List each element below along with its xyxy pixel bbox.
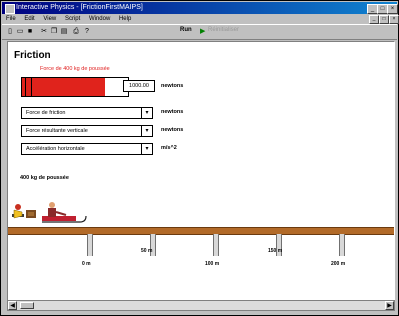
menu-view[interactable]: View bbox=[43, 16, 56, 22]
select-value: Accélération horizontale bbox=[26, 146, 85, 152]
menu-file[interactable]: File bbox=[6, 16, 16, 22]
select-unit: m/s^2 bbox=[161, 145, 177, 151]
menu-script[interactable]: Script bbox=[65, 16, 80, 22]
copy-icon[interactable]: ❐ bbox=[50, 28, 58, 36]
force-label: Force de 400 kg de poussée bbox=[40, 66, 110, 72]
paste-icon[interactable]: ▤ bbox=[60, 28, 68, 36]
simulation-area: Friction Force de 400 kg de poussée 1000… bbox=[7, 41, 395, 301]
scroll-right-icon[interactable]: ▶ bbox=[385, 301, 394, 310]
app-window: Interactive Physics - [FrictionFirstMAIP… bbox=[0, 0, 399, 316]
run-button[interactable]: Run bbox=[180, 27, 192, 33]
force-bar-fill bbox=[22, 78, 105, 96]
ground-track bbox=[8, 227, 394, 235]
window-title: Interactive Physics - [FrictionFirstMAIP… bbox=[16, 4, 143, 11]
select-value: Force de friction bbox=[26, 110, 66, 116]
sled-label: 400 kg de poussée bbox=[20, 175, 69, 181]
close-icon[interactable]: × bbox=[387, 4, 398, 14]
app-icon bbox=[5, 4, 15, 14]
force-unit: newtons bbox=[161, 83, 184, 89]
force-slider[interactable] bbox=[21, 77, 129, 97]
save-icon[interactable]: ■ bbox=[26, 28, 34, 36]
toolbar: ▯ ▭ ■ ✂ ❐ ▤ ⎙ ? Run ▶ Réinitialiser bbox=[2, 24, 397, 40]
distance-post bbox=[87, 234, 93, 256]
meter-select-acceleration[interactable]: Accélération horizontale ▾ bbox=[21, 143, 153, 155]
open-folder-icon[interactable]: ▭ bbox=[16, 28, 24, 36]
scroll-left-icon[interactable]: ◀ bbox=[8, 301, 17, 310]
new-file-icon[interactable]: ▯ bbox=[6, 28, 14, 36]
distance-label-50: 50 m bbox=[141, 248, 153, 254]
menu-edit[interactable]: Edit bbox=[24, 16, 34, 22]
scroll-thumb[interactable] bbox=[20, 302, 34, 309]
doc-close-icon[interactable]: × bbox=[389, 15, 399, 24]
run-arrow-icon[interactable]: ▶ bbox=[200, 27, 205, 35]
print-icon[interactable]: ⎙ bbox=[72, 28, 80, 36]
chevron-down-icon[interactable]: ▾ bbox=[141, 126, 152, 136]
sled-with-rider-icon[interactable] bbox=[12, 202, 92, 230]
distance-post bbox=[339, 234, 345, 256]
horizontal-scrollbar[interactable]: ◀ ▶ bbox=[7, 300, 395, 311]
meter-select-friction[interactable]: Force de friction ▾ bbox=[21, 107, 153, 119]
cut-icon[interactable]: ✂ bbox=[40, 28, 48, 36]
title-bar[interactable]: Interactive Physics - [FrictionFirstMAIP… bbox=[2, 2, 398, 14]
force-bar-tick bbox=[25, 78, 26, 96]
distance-label-0: 0 m bbox=[82, 261, 91, 267]
help-icon[interactable]: ? bbox=[83, 28, 91, 36]
distance-label-150: 150 m bbox=[268, 248, 283, 254]
chevron-down-icon[interactable]: ▾ bbox=[141, 108, 152, 118]
distance-label-100: 100 m bbox=[205, 261, 220, 267]
doc-restore-icon[interactable]: □ bbox=[379, 15, 389, 24]
menu-help[interactable]: Help bbox=[119, 16, 131, 22]
select-value: Force résultante verticale bbox=[26, 128, 88, 134]
distance-label-200: 200 m bbox=[331, 261, 346, 267]
chevron-down-icon[interactable]: ▾ bbox=[141, 144, 152, 154]
distance-post bbox=[213, 234, 219, 256]
force-value-field[interactable]: 1000.00 bbox=[123, 80, 155, 92]
page-title: Friction bbox=[14, 50, 51, 61]
reset-button[interactable]: Réinitialiser bbox=[208, 27, 239, 33]
menu-bar: File Edit View Script Window Help _ □ × bbox=[2, 14, 399, 24]
select-unit: newtons bbox=[161, 127, 184, 133]
select-unit: newtons bbox=[161, 109, 184, 115]
meter-select-vertical-force[interactable]: Force résultante verticale ▾ bbox=[21, 125, 153, 137]
force-bar-tick bbox=[31, 78, 32, 96]
menu-window[interactable]: Window bbox=[89, 16, 110, 22]
doc-minimize-icon[interactable]: _ bbox=[369, 15, 379, 24]
